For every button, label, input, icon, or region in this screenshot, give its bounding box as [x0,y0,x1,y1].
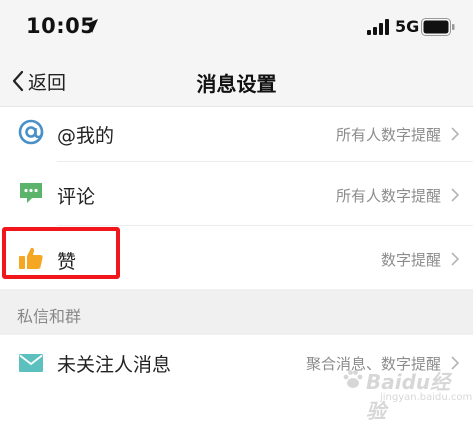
row-label-mentions: @我的 [57,125,115,147]
signal-icon [367,19,389,35]
row-label-likes: 赞 [57,251,77,273]
chevron-right-icon [451,188,460,202]
status-bar: 10:05 5G [0,0,473,56]
row-label-unfollowed: 未关注人消息 [57,354,172,376]
settings-row-likes[interactable]: 赞 数字提醒 [0,226,473,289]
thumbs-up-icon [19,247,43,269]
row-value-mentions: 所有人数字提醒 [335,126,441,144]
row-label-comments: 评论 [57,186,96,208]
comment-icon [20,183,42,203]
chevron-right-icon [451,356,460,370]
row-value-unfollowed: 聚合消息、数字提醒 [305,355,441,373]
battery-icon [421,18,455,36]
at-icon [18,119,44,145]
settings-row-comments[interactable]: 评论 所有人数字提醒 [0,162,473,224]
chevron-right-icon [451,127,460,141]
row-value-comments: 所有人数字提醒 [335,187,441,205]
section-title: 私信和群 [17,307,82,326]
nav-bar: 返回 消息设置 [0,56,473,107]
watermark-url: jingyan.baidu.com [380,392,473,403]
location-arrow-icon [84,19,98,33]
row-value-likes: 数字提醒 [380,251,441,269]
chevron-right-icon [451,252,460,266]
page-title: 消息设置 [196,72,277,96]
section-header: 私信和群 [0,289,473,335]
settings-row-mentions[interactable]: @我的 所有人数字提醒 [0,107,473,161]
settings-row-unfollowed-messages[interactable]: 未关注人消息 聚合消息、数字提醒 [0,335,473,391]
network-label: 5G [395,17,420,36]
mail-icon [19,354,43,372]
